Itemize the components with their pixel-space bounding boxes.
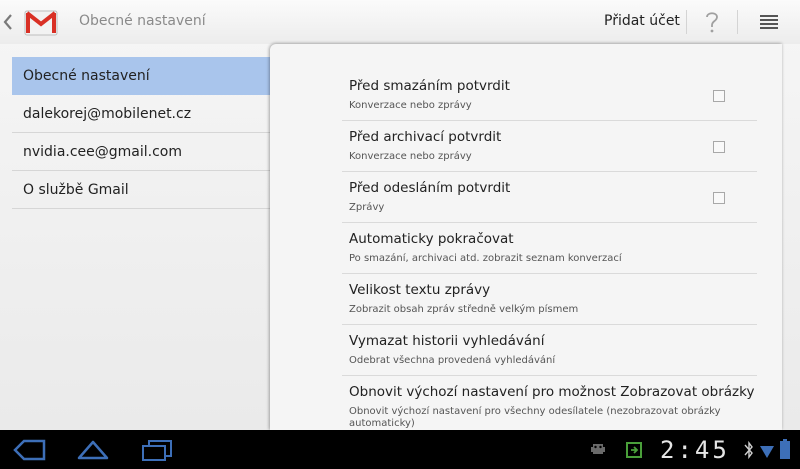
back-icon[interactable] <box>12 438 46 462</box>
pref-clear-search-history[interactable]: Vymazat historii vyhledávání Odebrat vše… <box>342 325 757 376</box>
pref-auto-advance[interactable]: Automaticky pokračovat Po smazání, archi… <box>342 223 757 274</box>
confirm-delete-checkbox[interactable] <box>713 90 725 102</box>
recent-apps-icon[interactable] <box>140 438 174 462</box>
pref-summary: Zprávy <box>349 202 385 213</box>
system-bar: 2:45 <box>0 430 800 469</box>
action-bar: Obecné nastavení Přidat účet <box>0 0 800 44</box>
pref-reset-show-pictures[interactable]: Obnovit výchozí nastavení pro možnost Zo… <box>342 376 757 430</box>
pref-summary: Konverzace nebo zprávy <box>349 151 472 162</box>
settings-header-list: Obecné nastavení dalekorej@mobilenet.cz … <box>12 57 272 209</box>
confirm-archive-checkbox[interactable] <box>713 141 725 153</box>
divider <box>686 10 687 34</box>
pref-summary: Obnovit výchozí nastavení pro všechny od… <box>349 406 721 417</box>
battery-icon <box>780 439 790 459</box>
sync-icon <box>626 442 642 458</box>
pref-confirm-delete[interactable]: Před smazáním potvrdit Konverzace nebo z… <box>342 70 757 121</box>
bluetooth-icon <box>744 440 753 460</box>
pref-title: Velikost textu zprávy <box>349 282 491 298</box>
pref-title: Před archivací potvrdit <box>349 129 502 145</box>
pref-summary: Odebrat všechna provedená vyhledávání <box>349 355 556 366</box>
pref-title: Obnovit výchozí nastavení pro možnost Zo… <box>349 384 755 400</box>
header-item-general[interactable]: Obecné nastavení <box>12 57 272 95</box>
pref-confirm-archive[interactable]: Před archivací potvrdit Konverzace nebo … <box>342 121 757 172</box>
add-account-button[interactable]: Přidat účet <box>604 13 680 29</box>
pref-summary-continued: automaticky) <box>349 418 415 429</box>
header-item-about-gmail[interactable]: O službě Gmail <box>12 171 272 209</box>
pref-summary: Zobrazit obsah zpráv středně velkým písm… <box>349 304 579 315</box>
divider <box>737 10 738 34</box>
pref-title: Vymazat historii vyhledávání <box>349 333 545 349</box>
up-chevron-icon[interactable] <box>3 12 13 32</box>
pref-message-text-size[interactable]: Velikost textu zprávy Zobrazit obsah zpr… <box>342 274 757 325</box>
pref-title: Před odesláním potvrdit <box>349 180 511 196</box>
confirm-send-checkbox[interactable] <box>713 192 725 204</box>
home-icon[interactable] <box>76 438 110 462</box>
pref-title: Před smazáním potvrdit <box>349 78 510 94</box>
pref-title: Automaticky pokračovat <box>349 231 514 247</box>
pref-summary: Konverzace nebo zprávy <box>349 100 472 111</box>
help-icon[interactable] <box>701 9 723 35</box>
pref-confirm-send[interactable]: Před odesláním potvrdit Zprávy <box>342 172 757 223</box>
header-item-account-1[interactable]: dalekorej@mobilenet.cz <box>12 95 272 133</box>
preferences-panel: Před smazáním potvrdit Konverzace nebo z… <box>270 44 782 430</box>
wifi-icon <box>760 446 774 458</box>
page-title: Obecné nastavení <box>79 13 206 29</box>
gmail-logo-icon[interactable] <box>24 7 58 37</box>
header-item-account-2[interactable]: nvidia.cee@gmail.com <box>12 133 272 171</box>
clock: 2:45 <box>660 436 730 464</box>
usb-debug-icon <box>591 444 605 454</box>
pref-summary: Po smazání, archivaci atd. zobrazit sezn… <box>349 253 622 264</box>
menu-icon[interactable] <box>759 14 779 30</box>
